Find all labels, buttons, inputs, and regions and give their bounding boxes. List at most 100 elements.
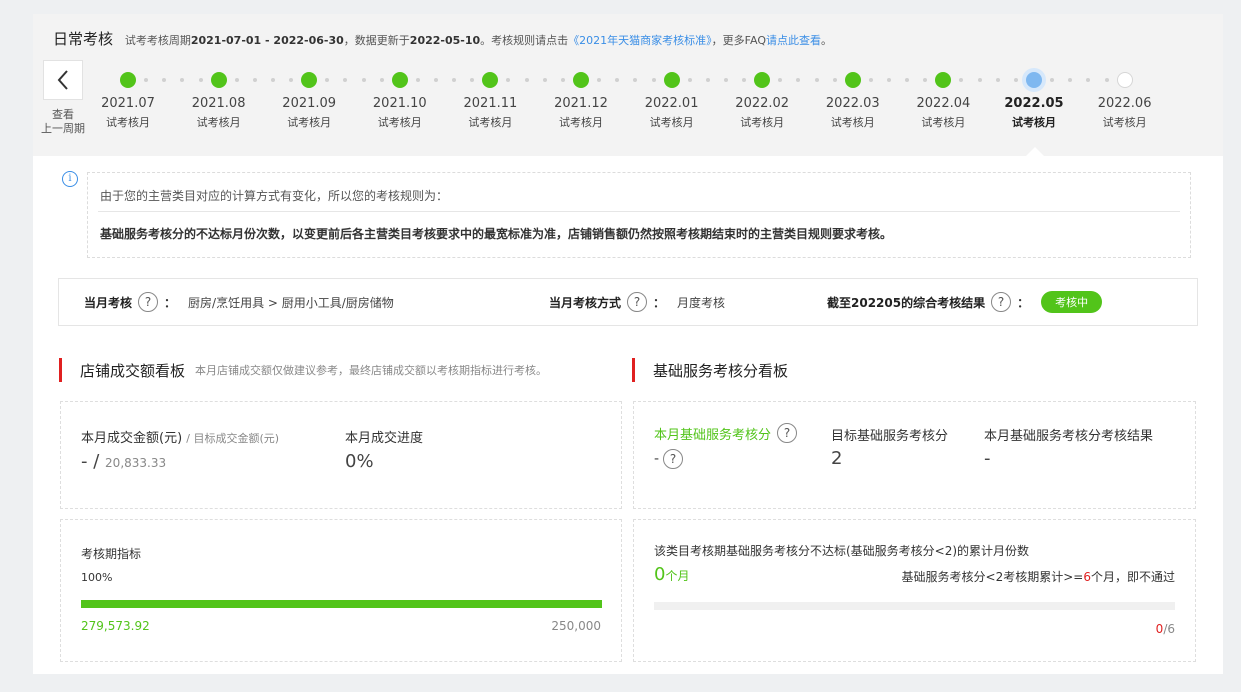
sales-board-description: 本月店铺成交额仅做建议参考，最终店铺成交额以考核期指标进行考核。	[195, 364, 548, 377]
overall-result: 截至202205的综合考核结果 ? ： 考核中	[827, 279, 1103, 325]
notice-rule: 基础服务考核分的不达标月份次数，以变更前后各主营类目考核要求中的最宽标准为准，店…	[100, 227, 893, 241]
timeline-status-dot	[935, 72, 952, 88]
timeline-month-type: 试考核月	[740, 116, 785, 129]
timeline-month-type: 试考核月	[559, 116, 603, 129]
section-marker	[59, 358, 62, 382]
help-icon[interactable]: ?	[663, 449, 684, 469]
fail-months-card: 该类目考核期基础服务考核分不达标(基础服务考核分<2)的累计月份数 0个月 基础…	[633, 519, 1196, 662]
timeline-month-type: 试考核月	[377, 116, 422, 129]
notice-divider	[98, 211, 1180, 212]
fail-rule: 基础服务考核分<2考核期累计>=6个月，即不通过	[901, 570, 1175, 584]
fail-ratio: 0/6	[1155, 622, 1175, 636]
prev-period-button[interactable]	[43, 60, 83, 100]
timeline-month-label: 2021.07	[101, 96, 155, 111]
fail-months-title: 该类目考核期基础服务考核分不达标(基础服务考核分<2)的累计月份数	[654, 544, 1030, 558]
rule-standard-link[interactable]: 《2021年天猫商家考核标准》	[568, 34, 712, 47]
timeline-status-dot	[120, 72, 136, 88]
score-label: 本月基础服务考核分?	[654, 423, 803, 443]
rule-change-notice: 由于您的主营类目对应的计算方式有变化，所以您的考核规则为： 基础服务考核分的不达…	[87, 172, 1191, 258]
timeline-month-type: 试考核月	[287, 116, 332, 129]
progress-value: 0%	[345, 451, 374, 472]
timeline-month-type: 试考核月	[921, 116, 966, 129]
amount-value: - / 20,833.33	[81, 451, 167, 472]
timeline-status-dot	[1026, 72, 1042, 88]
timeline-month-label: 2021.08	[191, 96, 246, 111]
assessment-method: 当月考核方式 ? ： 月度考核	[549, 279, 725, 325]
timeline-month-label: 2021.10	[372, 96, 427, 111]
chevron-left-icon	[57, 70, 68, 90]
timeline-month-type: 试考核月	[830, 116, 875, 129]
assessment-info-bar: 当月考核 ? ： 厨房/烹饪用具 > 厨用小工具/厨房储物 当月考核方式 ? ：…	[58, 278, 1198, 326]
service-board-title: 基础服务考核分看板	[653, 361, 789, 380]
timeline-month-label: 2022.05	[1004, 96, 1064, 111]
current-month-category: 当月考核 ? ： 厨房/烹饪用具 > 厨用小工具/厨房储物	[84, 279, 394, 325]
timeline-status-dot	[301, 72, 318, 88]
timeline-month-type: 试考核月	[1012, 116, 1056, 129]
amount-label: 本月成交金额(元) / 目标成交金额(元)	[81, 431, 280, 446]
timeline-month-label: 2021.12	[554, 96, 608, 111]
monthly-score-card: 本月基础服务考核分? -? 目标基础服务考核分 2 本月基础服务考核分考核结果 …	[633, 401, 1196, 509]
timeline-status-dot	[210, 72, 227, 88]
current-month-pointer	[1025, 147, 1045, 157]
timeline-month-type: 试考核月	[196, 116, 241, 129]
period-target-value: 250,000	[551, 619, 601, 633]
update-date: 2022-05-10	[409, 34, 481, 47]
period-header-band: 日常考核 试考考核周期2021-07-01 - 2022-06-30，数据更新于…	[33, 14, 1223, 157]
monthly-sales-card: 本月成交金额(元) / 目标成交金额(元) - / 20,833.33 本月成交…	[60, 401, 622, 509]
sales-board-title: 店铺成交额看板	[80, 361, 186, 380]
timeline-status-dot	[482, 72, 499, 88]
faq-link[interactable]: 请点此查看	[766, 34, 821, 47]
target-score-value: 2	[831, 448, 843, 469]
notice-intro: 由于您的主营类目对应的计算方式有变化，所以您的考核规则为：	[100, 189, 449, 203]
help-icon[interactable]: ?	[777, 423, 798, 443]
score-value: -?	[654, 449, 689, 469]
sales-board-heading: 店铺成交额看板 本月店铺成交额仅做建议参考，最终店铺成交额以考核期指标进行考核。	[59, 358, 547, 382]
progress-label: 本月成交进度	[345, 431, 424, 446]
timeline-month-label: 2021.09	[282, 96, 337, 111]
timeline-status-dot	[844, 72, 861, 88]
period-actual-value: 279,573.92	[81, 619, 150, 633]
timeline-status-dot	[391, 72, 408, 88]
timeline-month-type: 试考核月	[106, 116, 150, 129]
timeline-month-label: 2021.11	[463, 96, 518, 111]
period-range: 2021-07-01 - 2022-06-30	[190, 34, 344, 47]
fail-months-count: 0个月	[654, 564, 690, 585]
prev-period-label[interactable]: 查看 上一周期	[37, 108, 89, 136]
timeline-status-dot	[573, 72, 589, 88]
section-marker	[632, 358, 635, 382]
target-score-label: 目标基础服务考核分	[831, 429, 949, 444]
timeline-month-label: 2022.06	[1097, 96, 1152, 111]
score-result-label: 本月基础服务考核分考核结果	[984, 429, 1154, 444]
score-result-value: -	[984, 448, 991, 469]
timeline-month-label: 2022.01	[644, 96, 699, 111]
help-icon[interactable]: ?	[138, 292, 159, 312]
header-line: 日常考核 试考考核周期2021-07-01 - 2022-06-30，数据更新于…	[53, 28, 832, 49]
info-icon: i	[62, 171, 78, 187]
page-container: 日常考核 试考考核周期2021-07-01 - 2022-06-30，数据更新于…	[33, 14, 1223, 674]
period-percent: 100%	[81, 571, 113, 584]
timeline-month-type: 试考核月	[649, 116, 694, 129]
period-target-card: 考核期指标 100% 279,573.92 250,000	[60, 519, 622, 662]
timeline-month-2022.06[interactable]: 2022.06 试考核月	[1080, 70, 1170, 130]
timeline-month-type: 试考核月	[1102, 116, 1147, 129]
period-description: 试考考核周期2021-07-01 - 2022-06-30，数据更新于2022-…	[124, 34, 832, 47]
timeline-month-type: 试考核月	[468, 116, 513, 129]
page-title: 日常考核	[53, 30, 114, 48]
timeline-month-label: 2022.04	[916, 96, 971, 111]
status-badge: 考核中	[1041, 291, 1103, 313]
target-amount-value: 20,833.33	[105, 456, 167, 470]
help-icon[interactable]: ?	[991, 292, 1012, 312]
period-timeline: 2021.07 试考核月 2021.08 试考核月 2021.09 试考核月 2021.10…	[83, 70, 1213, 150]
timeline-month-label: 2022.03	[825, 96, 880, 111]
category-path: 厨房/烹饪用具 > 厨用小工具/厨房储物	[188, 295, 394, 310]
timeline-status-dot	[1116, 72, 1133, 88]
timeline-status-dot	[754, 72, 771, 88]
method-value: 月度考核	[677, 295, 726, 310]
period-progress-bar	[81, 600, 602, 608]
timeline-month-label: 2022.02	[735, 96, 790, 111]
timeline-status-dot	[663, 72, 680, 88]
period-target-label: 考核期指标	[81, 547, 142, 561]
help-icon[interactable]: ?	[627, 292, 648, 312]
period-progress-fill	[81, 600, 602, 608]
fail-progress-bar	[654, 602, 1175, 610]
